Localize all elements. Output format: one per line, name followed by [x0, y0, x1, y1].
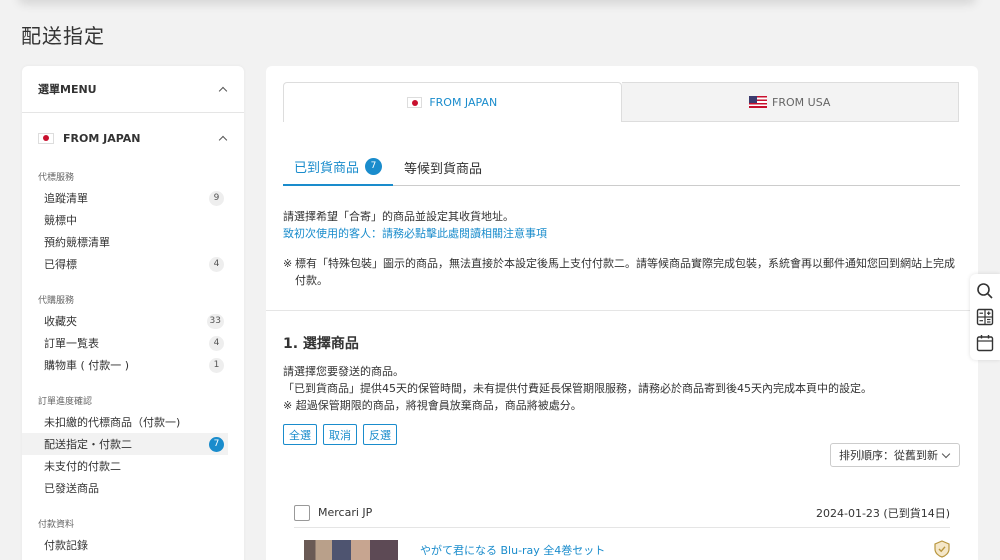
tab-label: 等候到貨商品 — [404, 161, 483, 177]
sidebar-item-label: 未支付的付款二 — [44, 460, 121, 473]
store-group-row: Mercari JP 2024-01-23 (已到貨14日) — [294, 498, 950, 528]
item-thumbnail[interactable] — [304, 540, 398, 560]
japan-flag-icon — [38, 132, 54, 144]
count-badge: 1 — [209, 357, 224, 373]
sidebar-item-unpaid-bids[interactable]: 未扣繳的代標商品（付款一) — [22, 411, 244, 433]
select-all-button[interactable]: 全選 — [283, 424, 317, 445]
sidebar-section-title: 訂單進度確認 — [38, 397, 93, 407]
count-badge: 7 — [209, 436, 224, 452]
count-badge: 4 — [209, 335, 224, 351]
sub-tabs: 已到貨商品 7 等候到貨商品 — [283, 148, 960, 186]
sidebar-item-cart[interactable]: 購物車 ( 付款一 ) 1 — [22, 354, 244, 376]
divider — [266, 310, 978, 311]
chevron-up-icon[interactable] — [218, 84, 228, 94]
sidebar-item-label: 付款記錄 — [44, 539, 88, 552]
count-badge: 4 — [209, 256, 224, 272]
invert-selection-button[interactable]: 反選 — [363, 424, 397, 445]
intro-line: 請選擇希望「合寄」的商品並設定其收貨地址。 — [283, 210, 514, 223]
sidebar-item-reserved-bids[interactable]: 預約競標清單 — [22, 231, 244, 253]
sidebar-item-orders[interactable]: 訂單一覧表 4 — [22, 332, 244, 354]
sidebar-section-title: 代購服務 — [38, 296, 75, 306]
cancel-selection-button[interactable]: 取消 — [323, 424, 357, 445]
chevron-up-icon[interactable] — [218, 133, 228, 143]
sidebar-item-label: 追蹤清單 — [44, 192, 88, 205]
sidebar-item-favorites[interactable]: 收藏夾 33 — [22, 310, 244, 332]
item-row: やがて君になる Blu-ray 全4巻セット — [304, 540, 950, 560]
sort-order-select[interactable]: 排列順序：從舊到新 — [830, 443, 960, 467]
sidebar-item-label: 已發送商品 — [44, 482, 99, 495]
first-time-notice-link[interactable]: 致初次使用的客人：請務必點擊此處閱讀相關注意事項 — [283, 225, 547, 242]
page-title: 配送指定 — [21, 24, 105, 48]
sidebar-item-label: 訂單一覧表 — [44, 337, 99, 350]
arrival-date: 2024-01-23 (已到貨14日) — [815, 506, 950, 520]
section-desc-line: 請選擇您要發送的商品。 — [283, 365, 404, 378]
section-title: 1. 選擇商品 — [283, 336, 359, 352]
section-desc-line: 「已到貨商品」提供45天的保管時間，未有提供付費延長保管期限服務，請務必於商品寄… — [283, 382, 872, 395]
sidebar-item-label: 已得標 — [44, 258, 77, 271]
usa-flag-icon — [749, 96, 768, 108]
sidebar-item-label: 配送指定・付款二 — [44, 438, 132, 451]
sidebar-item-label: 未扣繳的代標商品（付款一) — [44, 416, 181, 429]
tab-label: FROM JAPAN — [429, 96, 498, 109]
sidebar-item-label: 收藏夾 — [44, 315, 77, 328]
note-mark: ※ — [283, 257, 293, 270]
section-description: 請選擇您要發送的商品。 「已到貨商品」提供45天的保管時間，未有提供付費延長保管… — [283, 363, 872, 414]
section-desc-line: ※ 超過保管期限的商品，將視會員放棄商品，商品將被處分。 — [283, 399, 582, 412]
sidebar-section-title: 付款資料 — [38, 520, 75, 530]
sidebar-item-payment-history[interactable]: 付款記錄 — [22, 534, 244, 556]
tab-arrived-items[interactable]: 已到貨商品 7 — [283, 148, 394, 186]
shield-icon — [934, 540, 950, 558]
sidebar-item-won[interactable]: 已得標 4 — [22, 253, 244, 275]
sort-order-value: 排列順序：從舊到新 — [839, 449, 938, 462]
tab-from-japan[interactable]: FROM JAPAN — [283, 82, 622, 122]
count-badge: 33 — [206, 313, 224, 329]
sidebar-country-header[interactable]: FROM JAPAN — [22, 116, 244, 160]
sidebar-item-unpaid-payment2[interactable]: 未支付的付款二 — [22, 455, 244, 477]
store-group-left: Mercari JP — [294, 504, 373, 521]
sidebar-item-label: 購物車 ( 付款一 ) — [44, 359, 130, 372]
tab-label: FROM USA — [772, 95, 831, 109]
tab-awaiting-items[interactable]: 等候到貨商品 — [393, 148, 493, 186]
tab-from-usa[interactable]: FROM USA — [621, 82, 959, 122]
calculator-icon[interactable] — [976, 308, 994, 326]
sidebar: 選單MENU FROM JAPAN 代標服務 追蹤清單 9 競標中 預約競標清單 … — [22, 66, 244, 560]
count-badge: 9 — [209, 190, 224, 206]
checkbox-icon[interactable] — [294, 504, 310, 521]
tab-label: 已到貨商品 — [294, 160, 360, 176]
japan-flag-icon — [407, 97, 423, 108]
sidebar-menu-header[interactable]: 選單MENU — [22, 66, 244, 113]
sidebar-item-label: 預約競標清單 — [44, 236, 110, 249]
chevron-down-icon — [941, 450, 951, 460]
sidebar-item-deposit[interactable]: 押金 — [22, 556, 244, 560]
main-panel: FROM JAPAN FROM USA 已到貨商品 7 等候到貨商品 請選擇希望… — [266, 66, 978, 560]
sidebar-item-shipped[interactable]: 已發送商品 — [22, 477, 244, 499]
item-title-link[interactable]: やがて君になる Blu-ray 全4巻セット — [420, 542, 605, 558]
sidebar-section-title: 代標服務 — [38, 173, 75, 183]
sidebar-item-shipping-payment[interactable]: 配送指定・付款二 7 — [22, 433, 228, 455]
sidebar-menu-title: 選單MENU — [38, 83, 97, 96]
sidebar-item-bidding[interactable]: 競標中 — [22, 209, 244, 231]
sidebar-country-label: FROM JAPAN — [63, 131, 141, 145]
floating-toolbar — [970, 274, 1000, 360]
sidebar-item-watchlist[interactable]: 追蹤清單 9 — [22, 187, 244, 209]
note-text: 標有「特殊包裝」圖示的商品，無法直接於本設定後馬上支付付款二。請等候商品實際完成… — [295, 257, 955, 287]
sidebar-country: FROM JAPAN — [38, 132, 141, 145]
store-name: Mercari JP — [318, 506, 373, 519]
selection-buttons: 全選 取消 反選 — [283, 424, 397, 445]
count-badge: 7 — [365, 157, 383, 175]
special-packaging-note: ※ 標有「特殊包裝」圖示的商品，無法直接於本設定後馬上支付付款二。請等候商品實際… — [283, 255, 958, 289]
intro-text: 請選擇希望「合寄」的商品並設定其收貨地址。 致初次使用的客人：請務必點擊此處閱讀… — [283, 208, 547, 242]
sidebar-item-label: 競標中 — [44, 214, 77, 227]
country-tabs: FROM JAPAN FROM USA — [283, 82, 959, 122]
calendar-icon[interactable] — [976, 334, 994, 352]
search-icon[interactable] — [976, 282, 994, 300]
